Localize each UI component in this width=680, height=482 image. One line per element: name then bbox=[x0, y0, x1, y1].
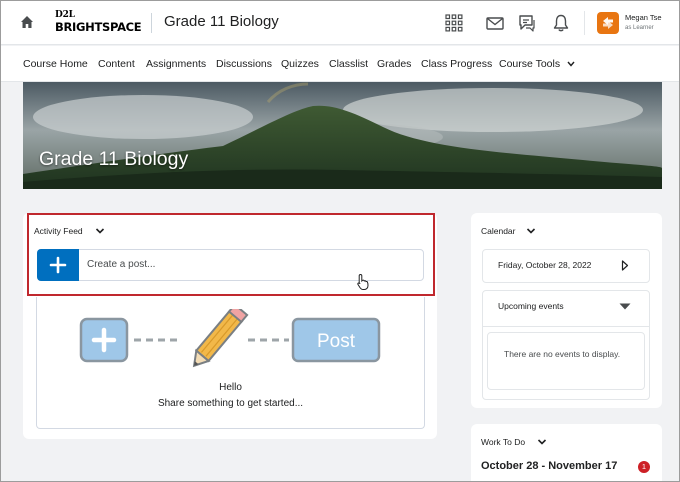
nav-quizzes[interactable]: Quizzes bbox=[281, 58, 319, 70]
nav-discussions[interactable]: Discussions bbox=[216, 58, 272, 70]
empty-state-illustration: Post bbox=[79, 309, 381, 368]
chevron-down-icon[interactable] bbox=[537, 438, 547, 446]
upcoming-events-title[interactable]: Upcoming events bbox=[498, 301, 564, 311]
calendar-date[interactable]: Friday, October 28, 2022 bbox=[498, 260, 591, 270]
avatar-arrows-icon bbox=[603, 17, 613, 29]
caret-down-icon[interactable] bbox=[619, 303, 631, 310]
waffle-icon[interactable] bbox=[444, 13, 464, 33]
work-to-do-title[interactable]: Work To Do bbox=[481, 437, 525, 447]
top-bar: D2L BRIGHTSPACE Grade 11 Biology Megan T… bbox=[1, 1, 679, 45]
nav-course-home[interactable]: Course Home bbox=[23, 58, 88, 70]
nav-assignments[interactable]: Assignments bbox=[146, 58, 206, 70]
hand-cursor-icon bbox=[357, 273, 369, 290]
home-icon[interactable] bbox=[20, 15, 34, 29]
user-role: as Learner bbox=[625, 25, 654, 31]
nav-course-tools-label: Course Tools bbox=[499, 58, 561, 70]
no-events-text: There are no events to display. bbox=[504, 349, 621, 359]
logo-brightspace-text: BRIGHTSPACE bbox=[55, 20, 142, 34]
course-title[interactable]: Grade 11 Biology bbox=[164, 13, 279, 30]
course-banner: Grade 11 Biology bbox=[23, 82, 662, 189]
brightspace-logo[interactable]: D2L BRIGHTSPACE bbox=[55, 10, 143, 38]
app-window: D2L BRIGHTSPACE Grade 11 Biology Megan T… bbox=[0, 0, 680, 482]
work-to-do-count-badge: 1 bbox=[638, 461, 650, 473]
nav-content[interactable]: Content bbox=[98, 58, 135, 70]
work-to-do-card bbox=[471, 424, 662, 481]
avatar[interactable] bbox=[597, 12, 619, 34]
mail-icon[interactable] bbox=[485, 13, 505, 33]
empty-state-subtitle: Share something to get started... bbox=[157, 398, 304, 409]
user-separator bbox=[584, 11, 585, 35]
banner-mountain-image bbox=[23, 82, 662, 189]
highlight-annotation bbox=[27, 213, 435, 296]
illustration-post-label: Post bbox=[317, 331, 356, 352]
nav-grades[interactable]: Grades bbox=[377, 58, 411, 70]
user-name[interactable]: Megan Tse bbox=[625, 13, 662, 22]
chevron-right-icon[interactable] bbox=[621, 260, 629, 271]
header-divider bbox=[151, 13, 152, 33]
calendar-title[interactable]: Calendar bbox=[481, 226, 516, 236]
logo-d2l-text: D2L bbox=[55, 10, 75, 20]
nav-class-progress[interactable]: Class Progress bbox=[421, 58, 492, 70]
empty-state-title: Hello bbox=[219, 382, 242, 393]
course-navbar: Course Home Content Assignments Discussi… bbox=[1, 46, 679, 82]
work-to-do-range: October 28 - November 17 bbox=[481, 460, 618, 472]
banner-title: Grade 11 Biology bbox=[39, 148, 189, 170]
nav-classlist[interactable]: Classlist bbox=[329, 58, 368, 70]
upcoming-divider bbox=[483, 326, 649, 327]
chat-icon[interactable] bbox=[517, 13, 537, 33]
chevron-down-icon[interactable] bbox=[526, 227, 536, 235]
bell-icon[interactable] bbox=[551, 13, 571, 33]
nav-course-tools[interactable]: Course Tools bbox=[499, 58, 575, 70]
chevron-down-icon bbox=[567, 61, 575, 67]
